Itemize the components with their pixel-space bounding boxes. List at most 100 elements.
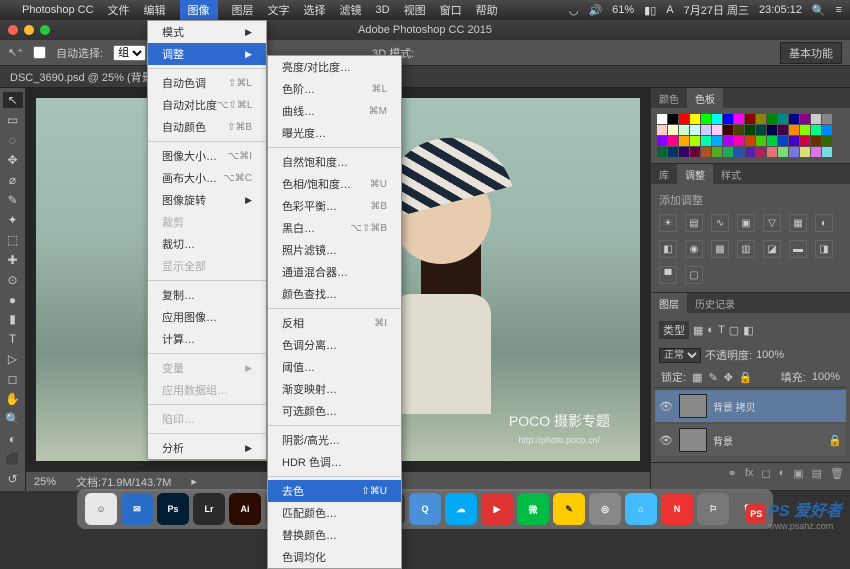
blend-mode-select[interactable]: 正常 (659, 348, 701, 363)
menu-item[interactable]: 渐变映射… (268, 378, 401, 400)
swatch[interactable] (756, 147, 766, 157)
document-tab[interactable]: DSC_3690.psd @ 25% (背景 拷贝, (0, 66, 850, 88)
menu-item[interactable]: 复制… (148, 284, 266, 306)
menu-item[interactable]: 模式▶ (148, 21, 266, 43)
menubar-time[interactable]: 23:05:12 (759, 4, 802, 16)
menu-item[interactable]: 画布大小…⌥⌘C (148, 167, 266, 189)
dock-item[interactable]: ⚐ (697, 493, 729, 525)
menu-item[interactable]: 色调分离… (268, 334, 401, 356)
adj-bw-icon[interactable]: ◧ (659, 240, 677, 258)
visibility-icon[interactable]: 👁 (659, 400, 673, 413)
adj-channelmixer-icon[interactable]: ▩ (711, 240, 729, 258)
filter-type-icon[interactable]: T (718, 324, 725, 336)
swatch[interactable] (800, 125, 810, 135)
input-icon[interactable]: A (666, 4, 673, 16)
swatch[interactable] (701, 125, 711, 135)
menu-item[interactable]: 图像大小…⌥⌘I (148, 145, 266, 167)
swatch[interactable] (668, 136, 678, 146)
swatch[interactable] (679, 125, 689, 135)
swatch[interactable] (822, 114, 832, 124)
adj-vibrance-icon[interactable]: ▽ (763, 214, 781, 232)
swatch[interactable] (789, 136, 799, 146)
tool-button[interactable]: ⬛ (3, 451, 23, 467)
link-layers-icon[interactable]: ⚭ (728, 467, 737, 480)
tool-button[interactable]: T (3, 331, 23, 347)
wifi-icon[interactable]: ◡ (569, 4, 579, 17)
lock-paint-icon[interactable]: ✎ (708, 371, 717, 384)
swatch[interactable] (789, 125, 799, 135)
swatch[interactable] (734, 136, 744, 146)
menu-item[interactable]: 曝光度… (268, 122, 401, 144)
swatch[interactable] (734, 114, 744, 124)
swatch[interactable] (712, 125, 722, 135)
dock-item[interactable]: ☺ (85, 493, 117, 525)
dock-item[interactable]: ✉ (121, 493, 153, 525)
menu-item[interactable]: 照片滤镜… (268, 239, 401, 261)
layer-thumb[interactable] (679, 428, 707, 452)
menu-image[interactable]: 图像 (180, 0, 218, 20)
layer-name[interactable]: 背景 拷贝 (713, 399, 756, 414)
swatch[interactable] (822, 147, 832, 157)
dock-item[interactable]: Q (409, 493, 441, 525)
menu-item[interactable]: 匹配颜色… (268, 502, 401, 524)
dock-item[interactable]: ☁ (445, 493, 477, 525)
zoom-value[interactable]: 25% (34, 476, 56, 488)
swatch[interactable] (800, 114, 810, 124)
filter-smart-icon[interactable]: ◧ (743, 324, 753, 337)
adj-curves-icon[interactable]: ∿ (711, 214, 729, 232)
swatch[interactable] (745, 125, 755, 135)
menu-type[interactable]: 文字 (268, 2, 290, 18)
menu-filter[interactable]: 滤镜 (340, 2, 362, 18)
swatch[interactable] (745, 114, 755, 124)
menu-item[interactable]: 计算… (148, 328, 266, 350)
swatch[interactable] (690, 136, 700, 146)
tab-history[interactable]: 历史记录 (687, 293, 743, 313)
menubar-date[interactable]: 7月27日 周三 (684, 2, 749, 18)
visibility-icon[interactable]: 👁 (659, 434, 673, 447)
menu-layer[interactable]: 图层 (232, 2, 254, 18)
fx-icon[interactable]: fx (745, 467, 754, 480)
tool-button[interactable]: ⊙ (3, 272, 23, 288)
swatch[interactable] (822, 125, 832, 135)
adj-selectivecolor-icon[interactable]: ▢ (685, 266, 703, 284)
swatch[interactable] (657, 147, 667, 157)
filter-pixel-icon[interactable]: ▦ (693, 324, 703, 337)
menu-item[interactable]: 应用图像… (148, 306, 266, 328)
menu-item[interactable]: 自然饱和度… (268, 151, 401, 173)
adj-photofilter-icon[interactable]: ◉ (685, 240, 703, 258)
tool-button[interactable]: ◻ (3, 371, 23, 387)
menu-item[interactable]: 调整▶ (148, 43, 266, 65)
swatch[interactable] (767, 125, 777, 135)
search-icon[interactable]: 🔍 (812, 4, 826, 17)
lock-position-icon[interactable]: ✥ (724, 371, 733, 384)
tool-button[interactable]: ▭ (3, 112, 23, 128)
tool-button[interactable]: ⬚ (3, 232, 23, 248)
swatch[interactable] (778, 136, 788, 146)
swatch[interactable] (679, 114, 689, 124)
dock-item[interactable]: ◎ (589, 493, 621, 525)
menu-item[interactable]: HDR 色调… (268, 451, 401, 473)
zoom-icon[interactable] (40, 25, 50, 35)
menu-item[interactable]: 自动对比度⌥⇧⌘L (148, 94, 266, 116)
fill-value[interactable]: 100% (812, 371, 840, 383)
tool-button[interactable]: ▷ (3, 351, 23, 367)
tool-button[interactable]: ↖ (3, 92, 23, 108)
menu-item[interactable]: 亮度/对比度… (268, 56, 401, 78)
dock-item[interactable]: Ai (229, 493, 261, 525)
menu-item[interactable]: 颜色查找… (268, 283, 401, 305)
menu-item[interactable]: 阈值… (268, 356, 401, 378)
swatch[interactable] (778, 147, 788, 157)
swatch[interactable] (756, 114, 766, 124)
swatch[interactable] (668, 125, 678, 135)
tab-layers[interactable]: 图层 (651, 293, 687, 313)
layer-row[interactable]: 👁 背景 🔒 (655, 424, 846, 456)
swatch[interactable] (723, 147, 733, 157)
workspace-switcher[interactable]: 基本功能 (780, 42, 842, 64)
dock-item[interactable]: N (661, 493, 693, 525)
tool-button[interactable]: ✋ (3, 391, 23, 407)
adj-levels-icon[interactable]: ▤ (685, 214, 703, 232)
dock-item[interactable]: Ps (157, 493, 189, 525)
dock-item[interactable]: 微 (517, 493, 549, 525)
menu-item[interactable]: 黑白…⌥⇧⌘B (268, 217, 401, 239)
tool-button[interactable]: 🔍 (3, 411, 23, 427)
